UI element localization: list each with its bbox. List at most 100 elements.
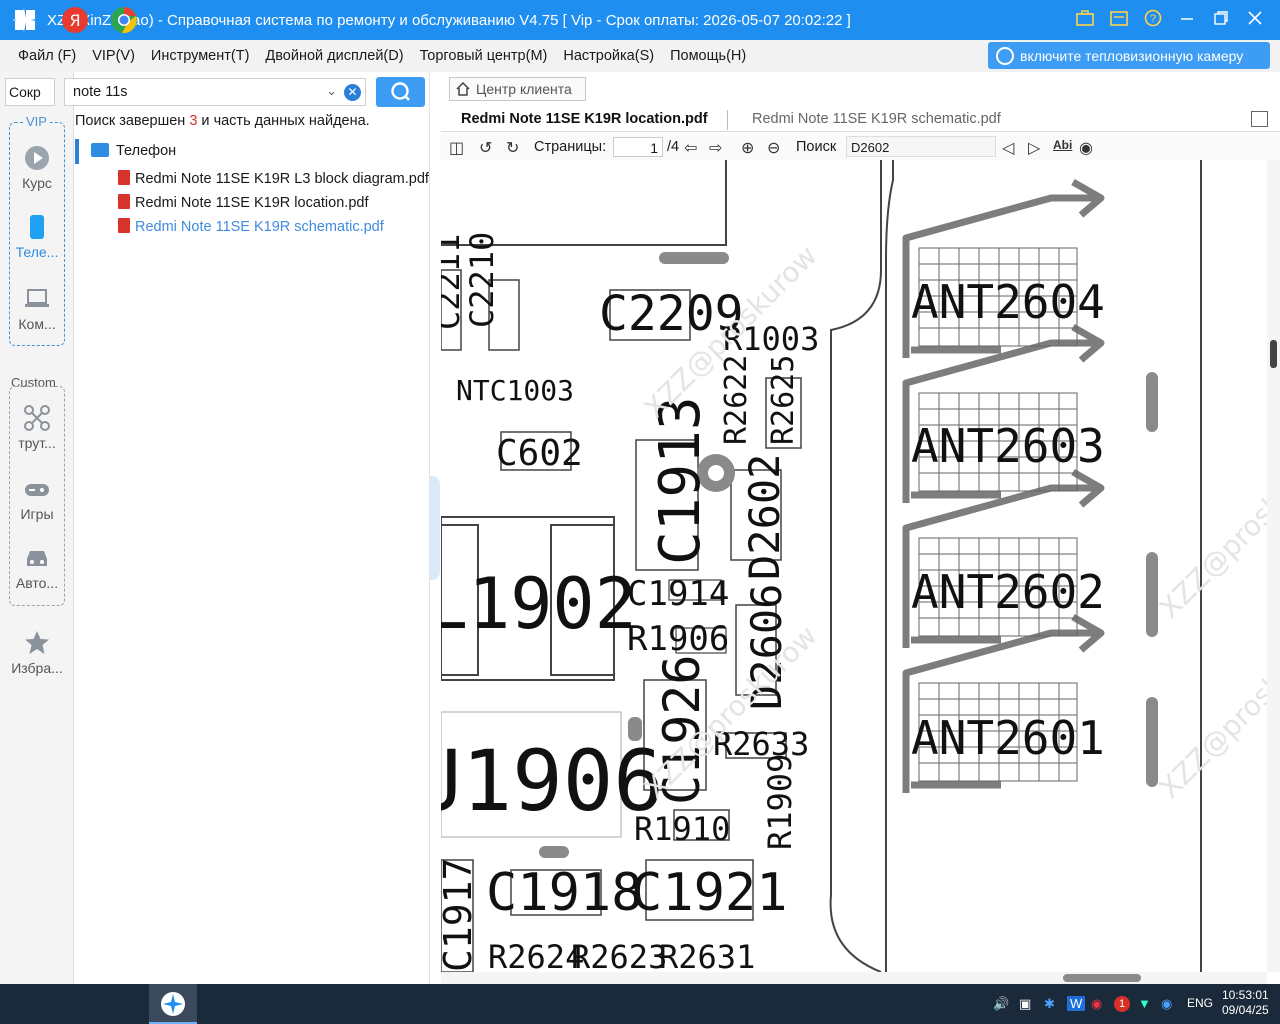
component-label-r2625[interactable]: R2625 xyxy=(766,355,801,445)
component-label-c1917[interactable]: C1917 xyxy=(441,858,480,972)
component-label-c1921[interactable]: C1921 xyxy=(631,863,788,923)
component-label-ant2602[interactable]: ANT2602 xyxy=(911,565,1105,619)
component-label-ntc1003[interactable]: NTC1003 xyxy=(456,374,574,407)
camera-icon xyxy=(996,46,1014,65)
restore-icon[interactable] xyxy=(1204,10,1238,31)
component-label-ant2601[interactable]: ANT2601 xyxy=(911,711,1105,765)
binoculars-icon[interactable]: ◉ xyxy=(1079,138,1093,158)
clock[interactable]: 10:53:01 09/04/25 xyxy=(1222,988,1269,1018)
component-label-r2623[interactable]: R2623 xyxy=(571,938,667,972)
horizontal-scrollbar[interactable] xyxy=(441,972,1267,984)
component-label-r2622[interactable]: R2622 xyxy=(719,355,754,445)
close-tab-icon[interactable] xyxy=(1251,111,1268,127)
chat-tray-icon[interactable]: ◉ xyxy=(1161,996,1172,1012)
component-label-ant2603[interactable]: ANT2603 xyxy=(911,419,1105,473)
component-label-r1910[interactable]: R1910 xyxy=(634,810,730,848)
chevron-down-icon[interactable]: ⌄ xyxy=(326,83,337,99)
component-label-r1909[interactable]: R1909 xyxy=(761,754,799,850)
word-tray-icon[interactable]: W xyxy=(1067,996,1086,1011)
page-number-input[interactable]: 1 xyxy=(613,137,663,157)
tab-schematic[interactable]: Redmi Note 11SE K19R schematic.pdf xyxy=(752,111,1001,127)
component-label-c2210[interactable]: C2210 xyxy=(463,232,501,328)
chrome-icon[interactable] xyxy=(110,6,138,34)
svg-text:Я: Я xyxy=(69,11,80,30)
component-label-c2211[interactable]: C2211 xyxy=(441,234,467,330)
component-label-c1914[interactable]: C1914 xyxy=(627,574,729,614)
vpn-tray-icon[interactable]: ▼ xyxy=(1138,996,1151,1011)
watermark-text: XZZ@proskurow xyxy=(1153,619,1267,805)
windows-start-icon[interactable] xyxy=(11,6,39,34)
next-page-icon[interactable]: ⇨ xyxy=(709,138,722,158)
rail-item-phone[interactable]: Теле... xyxy=(0,214,74,260)
thermal-camera-label: включите тепловизионную камеру xyxy=(1020,47,1244,64)
pdf-icon xyxy=(118,218,130,233)
network-icon[interactable]: ▣ xyxy=(1019,996,1031,1012)
minimize-icon[interactable] xyxy=(1170,10,1204,31)
yandex-browser-icon[interactable]: Я xyxy=(61,6,89,34)
file-item[interactable]: Redmi Note 11SE K19R L3 block diagram.pd… xyxy=(118,170,429,187)
laptop-icon xyxy=(25,289,49,307)
file-item-selected[interactable]: Redmi Note 11SE K19R schematic.pdf xyxy=(118,218,384,235)
menu-tools[interactable]: Инструмент(T) xyxy=(143,48,258,64)
find-prev-icon[interactable]: ◁ xyxy=(1002,138,1014,158)
scroll-thumb[interactable] xyxy=(1270,340,1277,368)
zoom-in-icon[interactable]: ⊕ xyxy=(741,138,754,158)
antivirus-tray-icon[interactable]: ◉ xyxy=(1091,996,1102,1012)
abbrev-input[interactable]: Сокр xyxy=(5,78,55,106)
menu-settings[interactable]: Настройка(S) xyxy=(555,48,662,64)
prev-page-icon[interactable]: ⇦ xyxy=(684,138,697,158)
dual-page-icon[interactable]: ◫ xyxy=(449,138,464,158)
panel-splitter[interactable] xyxy=(430,476,440,580)
zoom-out-icon[interactable]: ⊖ xyxy=(767,138,780,158)
rotate-left-icon[interactable]: ↺ xyxy=(479,138,492,158)
rail-item-computer[interactable]: Ком... xyxy=(0,286,74,332)
component-label-ant2604[interactable]: ANT2604 xyxy=(911,275,1105,329)
rail-item-favorites[interactable]: Избра... xyxy=(0,630,74,676)
rail-item-auto[interactable]: Авто... xyxy=(0,545,74,591)
title-bar: XZZ(XinZhiZao) - Справочная система по р… xyxy=(0,0,1280,40)
language-indicator[interactable]: ENG xyxy=(1187,996,1213,1010)
search-status: Поиск завершен 3 и часть данных найдена. xyxy=(75,113,370,129)
home-icon xyxy=(456,82,470,96)
file-item[interactable]: Redmi Note 11SE K19R location.pdf xyxy=(118,194,368,211)
volume-icon[interactable]: 🔊 xyxy=(993,996,1009,1012)
pdf-icon xyxy=(118,170,130,185)
menu-help[interactable]: Помощь(H) xyxy=(662,48,754,64)
component-label-c602[interactable]: C602 xyxy=(496,433,583,474)
rotate-right-icon[interactable]: ↻ xyxy=(506,138,519,158)
component-label-l1902[interactable]: L1902 xyxy=(441,563,637,645)
find-input[interactable]: D2602 xyxy=(846,136,996,157)
calendar-icon[interactable] xyxy=(1102,10,1136,31)
tree-folder-phone[interactable]: Телефон xyxy=(75,139,430,164)
menu-dual-display[interactable]: Двойной дисплей(D) xyxy=(257,48,411,64)
component-label-c1918[interactable]: C1918 xyxy=(486,863,643,923)
rail-item-drone[interactable]: трут... xyxy=(0,405,74,451)
tab-location[interactable]: Redmi Note 11SE K19R location.pdf xyxy=(461,111,708,127)
bluetooth-icon[interactable]: ✱ xyxy=(1044,996,1055,1012)
help-icon[interactable]: ? xyxy=(1136,9,1170,32)
search-input[interactable]: note 11s ⌄ ✕ xyxy=(64,78,366,106)
scroll-thumb[interactable] xyxy=(1063,974,1141,982)
match-case-icon[interactable]: Abi xyxy=(1053,138,1072,152)
close-icon[interactable] xyxy=(1238,10,1272,31)
rail-item-games[interactable]: Игры xyxy=(0,476,74,522)
search-button[interactable] xyxy=(376,77,425,107)
clear-search-icon[interactable]: ✕ xyxy=(344,84,361,101)
notification-badge[interactable]: 1 xyxy=(1114,996,1130,1012)
menu-shop[interactable]: Торговый центр(M) xyxy=(412,48,556,64)
component-label-d2602[interactable]: D2602 xyxy=(740,454,789,580)
taskbar-app-xzz[interactable] xyxy=(149,984,197,1024)
menu-file[interactable]: Файл (F) xyxy=(0,48,84,64)
client-center-button[interactable]: Центр клиента xyxy=(449,77,586,101)
component-label-r1906[interactable]: R1906 xyxy=(627,619,729,659)
find-next-icon[interactable]: ▷ xyxy=(1028,138,1040,158)
component-label-u1906[interactable]: U1906 xyxy=(441,732,664,830)
vertical-scrollbar[interactable] xyxy=(1267,160,1280,972)
rail-item-course[interactable]: Курс xyxy=(0,145,74,191)
briefcase-icon[interactable] xyxy=(1068,9,1102,31)
component-label-r2624[interactable]: R2624 xyxy=(488,938,584,972)
menu-vip[interactable]: VIP(V) xyxy=(84,48,143,64)
pcb-location-canvas[interactable]: C2209 C2210 C2211 R1003 NTC1003 R2622 R2625 C60… xyxy=(441,160,1267,972)
component-label-r2631[interactable]: R2631 xyxy=(659,938,755,972)
thermal-camera-button[interactable]: включите тепловизионную камеру xyxy=(988,42,1270,69)
